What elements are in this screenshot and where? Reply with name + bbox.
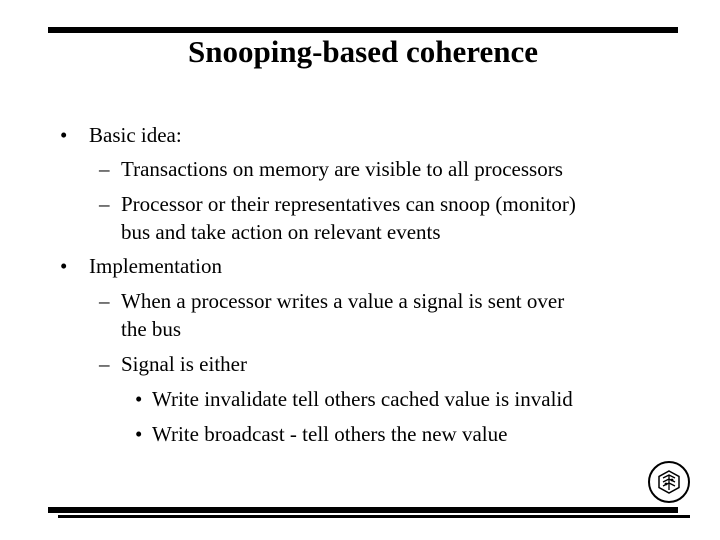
sub-bullet-write-signal-line1: When a processor writes a value a signal…	[121, 289, 565, 313]
dash-marker: –	[99, 157, 110, 181]
sub-sub-bullet-write-invalidate: Write invalidate tell others cached valu…	[152, 387, 573, 411]
slide-title: Snooping-based coherence	[188, 34, 538, 69]
sub-bullet-snoop-line1: Processor or their representatives can s…	[121, 192, 576, 216]
sub-bullet-write-signal-line2: the bus	[121, 317, 182, 341]
bullet-basic-idea: Basic idea:	[89, 123, 182, 147]
university-seal-icon	[648, 461, 690, 503]
bullet-implementation: Implementation	[89, 254, 222, 278]
sub-sub-bullet-write-broadcast: Write broadcast - tell others the new va…	[152, 422, 508, 446]
bullet-marker: •	[135, 422, 143, 446]
sub-bullet-snoop-line2: bus and take action on relevant events	[121, 220, 441, 244]
dash-marker: –	[99, 192, 110, 216]
bottom-rule	[48, 507, 678, 513]
dash-marker: –	[99, 352, 110, 376]
sub-bullet-transactions: Transactions on memory are visible to al…	[121, 157, 563, 181]
bullet-marker: •	[60, 254, 68, 278]
sub-bullet-signal-either: Signal is either	[121, 352, 247, 376]
bottom-rule-thin	[58, 515, 690, 518]
seal-emblem-icon	[658, 470, 680, 494]
bullet-marker: •	[60, 123, 68, 147]
bullet-marker: •	[135, 387, 143, 411]
dash-marker: –	[99, 289, 110, 313]
